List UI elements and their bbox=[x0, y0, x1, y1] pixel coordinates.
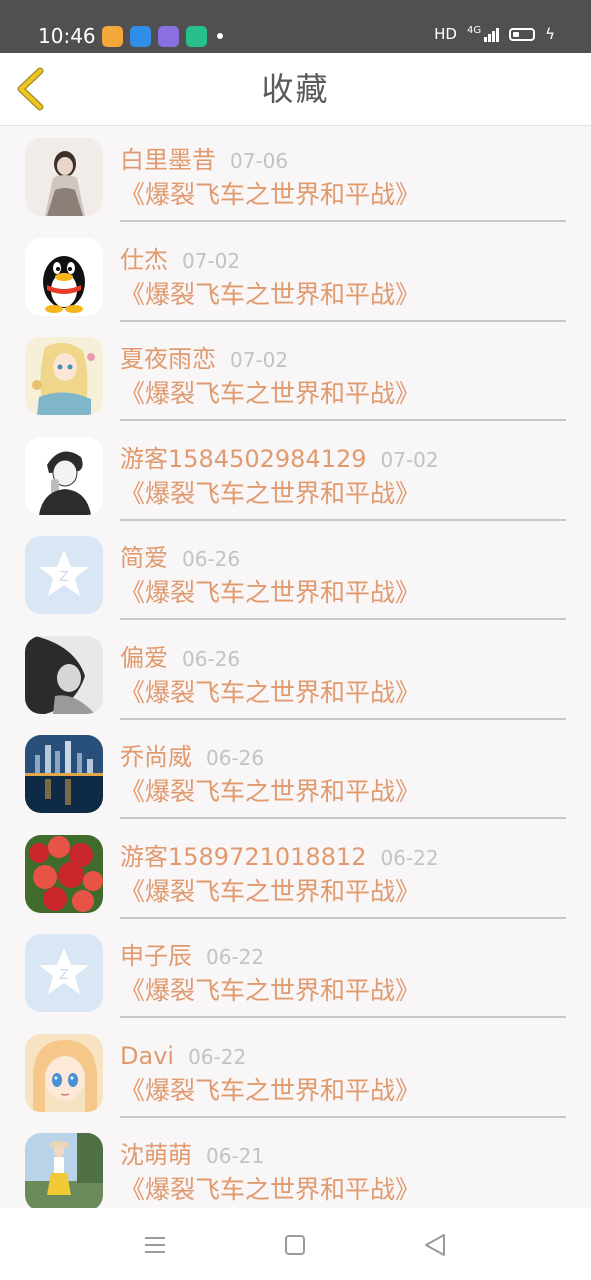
user-name: 仕杰 bbox=[120, 245, 168, 274]
list-item[interactable]: 夏夜雨恋 07-02 《爆裂飞车之世界和平战》 bbox=[0, 325, 591, 425]
user-name: 乔尚威 bbox=[120, 743, 192, 771]
menu-icon bbox=[145, 1237, 165, 1253]
avatar[interactable] bbox=[25, 635, 103, 714]
avatar[interactable] bbox=[25, 1133, 103, 1208]
svg-text:Z: Z bbox=[59, 966, 68, 983]
book-title[interactable]: 《爆裂飞车之世界和平战》 bbox=[120, 676, 420, 710]
avatar[interactable] bbox=[25, 237, 103, 316]
list-item[interactable]: 仕杰 07-02 《爆裂飞车之世界和平战》 bbox=[0, 226, 591, 326]
item-info: 夏夜雨恋 07-02 《爆裂飞车之世界和平战》 bbox=[120, 333, 566, 421]
item-info: 游客1584502984129 07-02 《爆裂飞车之世界和平战》 bbox=[120, 433, 566, 521]
book-title[interactable]: 《爆裂飞车之世界和平战》 bbox=[120, 278, 420, 312]
back-nav-button[interactable] bbox=[420, 1230, 450, 1260]
home-button[interactable] bbox=[280, 1230, 310, 1260]
item-info: 乔尚威 06-26 《爆裂飞车之世界和平战》 bbox=[120, 731, 566, 819]
more-notifications-dot bbox=[217, 33, 223, 39]
favorites-list[interactable]: 白里墨昔 07-06 《爆裂飞车之世界和平战》 仕杰 07-02 《爆裂飞车之世界和… bbox=[0, 126, 591, 1208]
hd-label: HD bbox=[434, 25, 457, 43]
item-info: 申子辰 06-22 《爆裂飞车之世界和平战》 bbox=[120, 930, 566, 1018]
system-navigation-bar bbox=[0, 1208, 591, 1280]
item-info: 游客1589721018812 06-22 《爆裂飞车之世界和平战》 bbox=[120, 831, 566, 919]
avatar[interactable] bbox=[25, 337, 103, 415]
avatar[interactable]: Z bbox=[25, 536, 103, 614]
battery-icon bbox=[509, 27, 536, 41]
book-title[interactable]: 《爆裂飞车之世界和平战》 bbox=[120, 1074, 420, 1108]
back-triangle-icon bbox=[425, 1234, 445, 1256]
avatar[interactable]: Z bbox=[25, 934, 103, 1012]
user-name: 白里墨昔 bbox=[120, 146, 216, 174]
book-title[interactable]: 《爆裂飞车之世界和平战》 bbox=[120, 875, 420, 909]
list-item[interactable]: 偏爱 06-26 《爆裂飞车之世界和平战》 bbox=[0, 624, 591, 724]
page-header: 收藏 bbox=[0, 53, 591, 126]
book-title[interactable]: 《爆裂飞车之世界和平战》 bbox=[120, 1173, 420, 1207]
user-name: 游客1584502984129 bbox=[120, 444, 367, 473]
list-item[interactable]: Z 申子辰 06-22 《爆裂飞车之世界和平战》 bbox=[0, 922, 591, 1022]
notification-icons bbox=[102, 26, 223, 47]
item-info: 沈萌萌 06-21 《爆裂飞车之世界和平战》 bbox=[120, 1129, 566, 1208]
avatar[interactable] bbox=[25, 1033, 103, 1112]
browser-app-icon bbox=[130, 26, 151, 47]
user-name: 偏爱 bbox=[120, 643, 168, 672]
user-name: 申子辰 bbox=[120, 942, 192, 970]
avatar[interactable] bbox=[25, 138, 103, 216]
list-item[interactable]: Davi 06-22 《爆裂飞车之世界和平战》 bbox=[0, 1022, 591, 1122]
calendar-app-icon bbox=[102, 26, 123, 47]
menu-button[interactable] bbox=[140, 1230, 170, 1260]
item-date: 07-02 bbox=[182, 248, 241, 273]
item-date: 06-26 bbox=[182, 547, 241, 571]
item-info: 简爱 06-26 《爆裂飞车之世界和平战》 bbox=[120, 532, 566, 620]
avatar[interactable] bbox=[25, 735, 103, 813]
status-time: 10:46 bbox=[38, 24, 96, 48]
book-title[interactable]: 《爆裂飞车之世界和平战》 bbox=[120, 576, 420, 610]
item-info: 仕杰 07-02 《爆裂飞车之世界和平战》 bbox=[120, 234, 566, 322]
charging-icon: ϟ bbox=[545, 24, 555, 43]
user-name: Davi bbox=[120, 1041, 175, 1070]
user-name: 夏夜雨恋 bbox=[120, 345, 216, 373]
gallery-app-icon bbox=[158, 26, 179, 47]
network-type-label: 4G bbox=[466, 25, 482, 36]
home-square-icon bbox=[285, 1235, 305, 1255]
book-title[interactable]: 《爆裂飞车之世界和平战》 bbox=[120, 477, 420, 511]
signal-icon: 4G bbox=[466, 25, 500, 42]
book-title[interactable]: 《爆裂飞车之世界和平战》 bbox=[120, 775, 420, 809]
item-info: 白里墨昔 07-06 《爆裂飞车之世界和平战》 bbox=[120, 134, 566, 222]
list-item[interactable]: 沈萌萌 06-21 《爆裂飞车之世界和平战》 bbox=[0, 1121, 591, 1208]
item-date: 06-22 bbox=[380, 845, 439, 870]
list-item[interactable]: Z 简爱 06-26 《爆裂飞车之世界和平战》 bbox=[0, 524, 591, 624]
item-date: 07-02 bbox=[380, 447, 439, 472]
list-item[interactable]: 游客1584502984129 07-02 《爆裂飞车之世界和平战》 bbox=[0, 425, 591, 525]
status-indicators: HD 4G ϟ bbox=[434, 25, 555, 43]
user-name: 沈萌萌 bbox=[120, 1141, 192, 1169]
book-title[interactable]: 《爆裂飞车之世界和平战》 bbox=[120, 974, 420, 1008]
item-date: 06-22 bbox=[206, 945, 265, 969]
item-date: 07-02 bbox=[230, 348, 289, 372]
item-date: 06-22 bbox=[188, 1044, 247, 1069]
svg-text:Z: Z bbox=[59, 568, 68, 585]
item-info: Davi 06-22 《爆裂飞车之世界和平战》 bbox=[120, 1030, 566, 1118]
item-date: 06-26 bbox=[206, 746, 265, 770]
status-bar: 10:46 HD 4G ϟ bbox=[0, 0, 591, 53]
list-item[interactable]: 白里墨昔 07-06 《爆裂飞车之世界和平战》 bbox=[0, 126, 591, 226]
item-date: 06-26 bbox=[182, 646, 241, 671]
avatar[interactable] bbox=[25, 834, 103, 913]
notes-app-icon bbox=[186, 26, 207, 47]
list-item[interactable]: 乔尚威 06-26 《爆裂飞车之世界和平战》 bbox=[0, 723, 591, 823]
item-date: 06-21 bbox=[206, 1144, 265, 1168]
item-info: 偏爱 06-26 《爆裂飞车之世界和平战》 bbox=[120, 632, 566, 720]
list-item[interactable]: 游客1589721018812 06-22 《爆裂飞车之世界和平战》 bbox=[0, 823, 591, 923]
user-name: 简爱 bbox=[120, 544, 168, 572]
item-date: 07-06 bbox=[230, 149, 289, 173]
book-title[interactable]: 《爆裂飞车之世界和平战》 bbox=[120, 377, 420, 411]
book-title[interactable]: 《爆裂飞车之世界和平战》 bbox=[120, 178, 420, 212]
page-title: 收藏 bbox=[261, 70, 330, 108]
avatar[interactable] bbox=[25, 436, 103, 515]
user-name: 游客1589721018812 bbox=[120, 842, 367, 871]
